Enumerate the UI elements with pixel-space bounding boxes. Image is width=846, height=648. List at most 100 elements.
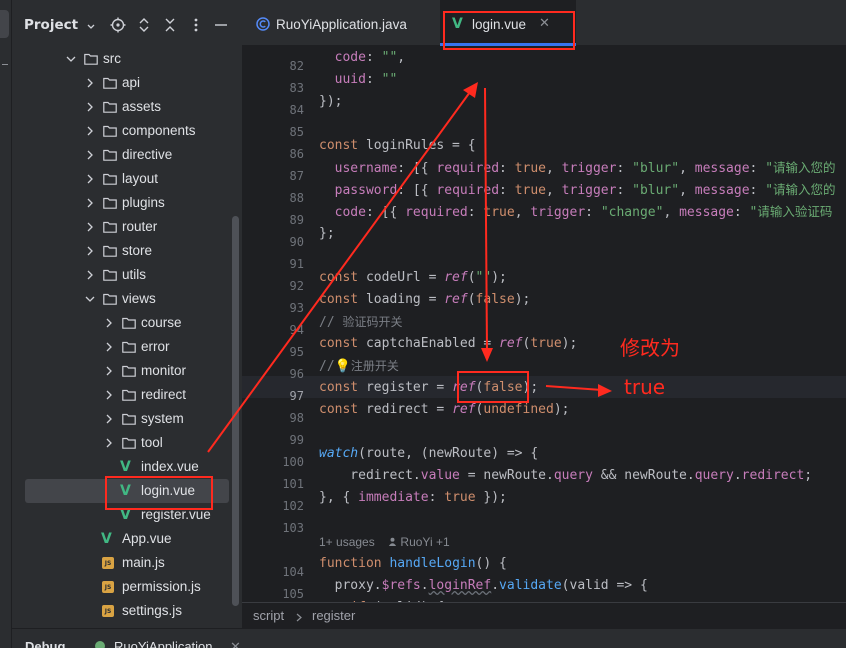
line-number[interactable]: 89 — [264, 213, 304, 227]
tree-item-monitor[interactable]: monitor — [12, 359, 242, 383]
tree-item-register-vue[interactable]: Vregister.vue — [12, 503, 242, 527]
chevron-right-icon[interactable] — [104, 438, 114, 448]
tree-item-utils[interactable]: utils — [12, 263, 242, 287]
line-number[interactable]: 93 — [264, 301, 304, 315]
tree-item-plugins[interactable]: plugins — [12, 191, 242, 215]
chevron-right-icon[interactable] — [85, 102, 95, 112]
folder-icon — [103, 173, 117, 185]
code-line: const loginRules = { — [319, 138, 476, 153]
chevron-right-icon[interactable] — [85, 246, 95, 256]
tree-item-label: directive — [122, 147, 173, 162]
tree-item-views[interactable]: views — [12, 287, 242, 311]
line-number[interactable]: 99 — [264, 433, 304, 447]
tree-item-system[interactable]: system — [12, 407, 242, 431]
chevron-down-icon[interactable] — [66, 54, 76, 64]
tree-item-assets[interactable]: assets — [12, 95, 242, 119]
line-number[interactable]: 90 — [264, 235, 304, 249]
tree-item-redirect[interactable]: redirect — [12, 383, 242, 407]
chevron-right-icon[interactable] — [104, 366, 114, 376]
tree-item-label: login.vue — [141, 483, 196, 498]
tree-item-permission-js[interactable]: JS permission.js — [12, 575, 242, 599]
tree-item-label: error — [141, 339, 170, 354]
line-number[interactable]: 83 — [264, 81, 304, 95]
close-icon[interactable]: ✕ — [230, 639, 241, 648]
chevron-right-icon[interactable] — [104, 414, 114, 424]
line-number[interactable]: 86 — [264, 147, 304, 161]
code-line: password: [{ required: true, trigger: "b… — [334, 182, 836, 198]
vue-icon: V — [120, 507, 131, 523]
author-hint[interactable]: RuoYi +1 — [400, 535, 449, 549]
tree-item-app-vue[interactable]: V App.vue — [12, 527, 242, 551]
line-number[interactable]: 91 — [264, 257, 304, 271]
line-number[interactable]: 100 — [264, 455, 304, 469]
line-number[interactable]: 88 — [264, 191, 304, 205]
tree-item-index-vue[interactable]: Vindex.vue — [12, 455, 242, 479]
minimize-icon[interactable] — [213, 17, 229, 33]
line-number[interactable]: 84 — [264, 103, 304, 117]
project-tool-button[interactable] — [0, 10, 9, 38]
tree-item-api[interactable]: api — [12, 71, 242, 95]
project-scrollbar[interactable] — [232, 216, 239, 606]
code-vision-hint[interactable]: 1+ usages RuoYi +1 — [319, 535, 450, 549]
expand-collapse-icon[interactable] — [136, 17, 152, 33]
close-icon[interactable]: ✕ — [539, 16, 550, 31]
chevron-right-icon[interactable] — [85, 174, 95, 184]
chevron-right-icon[interactable] — [85, 126, 95, 136]
tree-item-settings-js[interactable]: JS settings.js — [12, 599, 242, 623]
tree-item-login-vue[interactable]: Vlogin.vue — [25, 479, 229, 503]
tree-item-course[interactable]: course — [12, 311, 242, 335]
tree-item-layout[interactable]: layout — [12, 167, 242, 191]
line-number[interactable]: 85 — [264, 125, 304, 139]
line-number[interactable]: 101 — [264, 477, 304, 491]
annotation-label-true: true — [624, 375, 666, 399]
tree-item-src[interactable]: src — [12, 47, 242, 71]
line-number[interactable]: 98 — [264, 411, 304, 425]
chevron-right-icon[interactable] — [104, 318, 114, 328]
collapse-all-icon[interactable] — [162, 17, 178, 33]
chevron-right-icon[interactable] — [104, 342, 114, 352]
tree-item-main-js[interactable]: JS main.js — [12, 551, 242, 575]
code-line: const redirect = ref(undefined); — [319, 402, 570, 417]
folder-icon — [122, 437, 136, 449]
chevron-down-icon[interactable] — [87, 24, 95, 29]
code-editor[interactable]: code: "", uuid: "" }); const loginRules … — [242, 46, 846, 602]
usages-hint[interactable]: 1+ usages — [319, 535, 375, 549]
line-number[interactable]: 103 — [264, 521, 304, 535]
line-number[interactable]: 94 — [264, 323, 304, 337]
code-line: proxy.$refs.loginRef.validate(valid => { — [319, 578, 648, 593]
tree-item-tool[interactable]: tool — [12, 431, 242, 455]
run-config-label[interactable]: RuoYiApplication — [114, 639, 213, 648]
line-number[interactable]: 96 — [264, 367, 304, 381]
line-number[interactable]: 104 — [264, 565, 304, 579]
tree-item-store[interactable]: store — [12, 239, 242, 263]
tree-item-components[interactable]: components — [12, 119, 242, 143]
tree-item-error[interactable]: error — [12, 335, 242, 359]
line-number[interactable]: 82 — [264, 59, 304, 73]
chevron-right-icon[interactable] — [85, 198, 95, 208]
breadcrumb-item[interactable]: script — [253, 608, 284, 623]
chevron-right-icon[interactable] — [85, 150, 95, 160]
line-number[interactable]: 95 — [264, 345, 304, 359]
project-panel-title[interactable]: Project — [24, 17, 78, 33]
code-line: watch(route, (newRoute) => { — [319, 446, 539, 461]
line-number[interactable]: 102 — [264, 499, 304, 513]
line-number[interactable]: 105 — [264, 587, 304, 601]
tree-item-router[interactable]: router — [12, 215, 242, 239]
chevron-right-icon[interactable] — [104, 390, 114, 400]
debug-label[interactable]: Debug — [25, 639, 65, 648]
tree-item-directive[interactable]: directive — [12, 143, 242, 167]
locate-icon[interactable] — [110, 17, 126, 33]
chevron-right-icon[interactable] — [85, 222, 95, 232]
chevron-right-icon[interactable] — [85, 270, 95, 280]
line-number[interactable]: 97 — [264, 389, 304, 403]
editor-area: RuoYiApplication.java V login.vue ✕ code… — [242, 0, 846, 628]
line-number[interactable]: 87 — [264, 169, 304, 183]
tab-login-vue[interactable]: V login.vue ✕ — [440, 0, 576, 46]
line-number[interactable]: 92 — [264, 279, 304, 293]
chevron-right-icon[interactable] — [85, 78, 95, 88]
more-options-icon[interactable] — [188, 17, 204, 33]
chevron-down-icon[interactable] — [85, 294, 95, 304]
folder-icon — [122, 365, 136, 377]
tab-ruoyiapplication[interactable]: RuoYiApplication.java — [242, 0, 438, 46]
breadcrumb-item[interactable]: register — [312, 608, 355, 623]
